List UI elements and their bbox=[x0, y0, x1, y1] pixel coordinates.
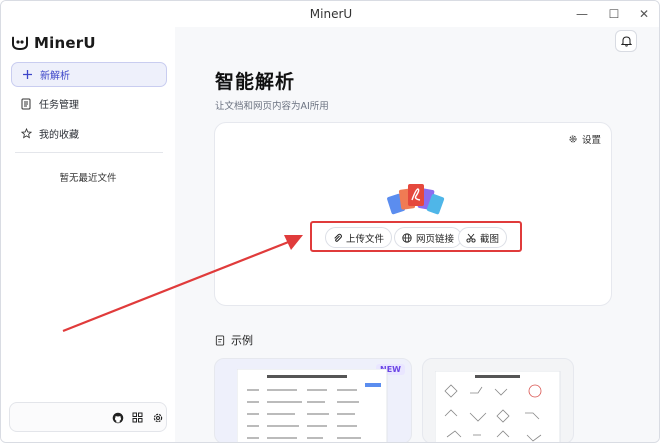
maximize-button[interactable]: ☐ bbox=[605, 5, 623, 23]
upload-actions-highlight: 上传文件 网页链接 截图 bbox=[310, 221, 522, 252]
app-logo[interactable]: MinerU bbox=[11, 33, 96, 53]
title-bar: MinerU — ☐ ✕ bbox=[1, 1, 659, 27]
web-link-label: 网页链接 bbox=[416, 233, 455, 245]
web-link-button[interactable]: 网页链接 bbox=[394, 227, 463, 248]
sidebar-item-label: 任务管理 bbox=[39, 100, 79, 111]
paperclip-icon bbox=[334, 233, 342, 242]
bell-icon bbox=[620, 36, 632, 47]
sidebar-item-new-parse[interactable]: 新解析 bbox=[11, 62, 167, 87]
plus-icon bbox=[21, 69, 33, 81]
settings-button[interactable]: 设置 bbox=[568, 132, 601, 146]
scissors-icon bbox=[466, 233, 476, 243]
gear-icon bbox=[569, 135, 577, 143]
example-document-thumbnail bbox=[237, 369, 388, 442]
github-icon[interactable] bbox=[111, 411, 124, 424]
sidebar-item-label: 我的收藏 bbox=[39, 130, 79, 141]
upload-file-label: 上传文件 bbox=[346, 233, 385, 245]
example-card[interactable] bbox=[422, 358, 574, 442]
document-icon bbox=[215, 334, 225, 346]
gear-icon[interactable] bbox=[151, 411, 164, 424]
maximize-icon: ☐ bbox=[608, 7, 620, 21]
empty-recent-files: 暂无最近文件 bbox=[59, 173, 117, 184]
minimize-button[interactable]: — bbox=[573, 5, 591, 23]
sidebar: MinerU 新解析 任务管理 我的收藏 暂无最近文件 bbox=[1, 27, 175, 442]
minimize-icon: — bbox=[576, 7, 588, 21]
mineru-logo-icon bbox=[12, 36, 28, 50]
screenshot-label: 截图 bbox=[480, 233, 500, 245]
examples-heading: 示例 bbox=[215, 332, 253, 348]
sidebar-item-label: 新解析 bbox=[40, 71, 70, 82]
grid-icon[interactable] bbox=[131, 411, 144, 424]
sidebar-divider bbox=[15, 152, 163, 153]
document-icon bbox=[20, 98, 32, 110]
logo-text: MinerU bbox=[34, 34, 96, 52]
sidebar-item-my-favorites[interactable]: 我的收藏 bbox=[11, 121, 167, 146]
sidebar-item-task-management[interactable]: 任务管理 bbox=[11, 91, 167, 116]
close-icon: ✕ bbox=[638, 7, 650, 21]
close-button[interactable]: ✕ bbox=[635, 5, 653, 23]
screenshot-button[interactable]: 截图 bbox=[458, 227, 508, 248]
globe-icon bbox=[402, 232, 412, 243]
example-document-thumbnail bbox=[435, 371, 561, 442]
page-subtitle: 让文档和网页内容为AI所用 bbox=[215, 101, 329, 112]
notification-button[interactable] bbox=[615, 30, 637, 52]
examples-label: 示例 bbox=[231, 334, 253, 347]
file-types-illustration bbox=[387, 184, 445, 215]
sidebar-footer bbox=[9, 402, 167, 432]
app-window: MinerU — ☐ ✕ MinerU 新解析 任务管理 我的收藏 暂无最近文件… bbox=[0, 0, 660, 443]
star-icon bbox=[20, 128, 32, 140]
page-title: 智能解析 bbox=[215, 71, 296, 93]
window-title: MinerU bbox=[309, 7, 353, 21]
upload-file-button[interactable]: 上传文件 bbox=[325, 227, 393, 248]
settings-label: 设置 bbox=[581, 135, 601, 146]
upload-dropzone[interactable]: 设置 上传文件 网页链接 截图 bbox=[214, 122, 612, 306]
main-content: 智能解析 让文档和网页内容为AI所用 设置 上传文件 网页链接 截图 示例 NE… bbox=[175, 27, 659, 442]
example-card[interactable]: NEW bbox=[214, 358, 412, 442]
